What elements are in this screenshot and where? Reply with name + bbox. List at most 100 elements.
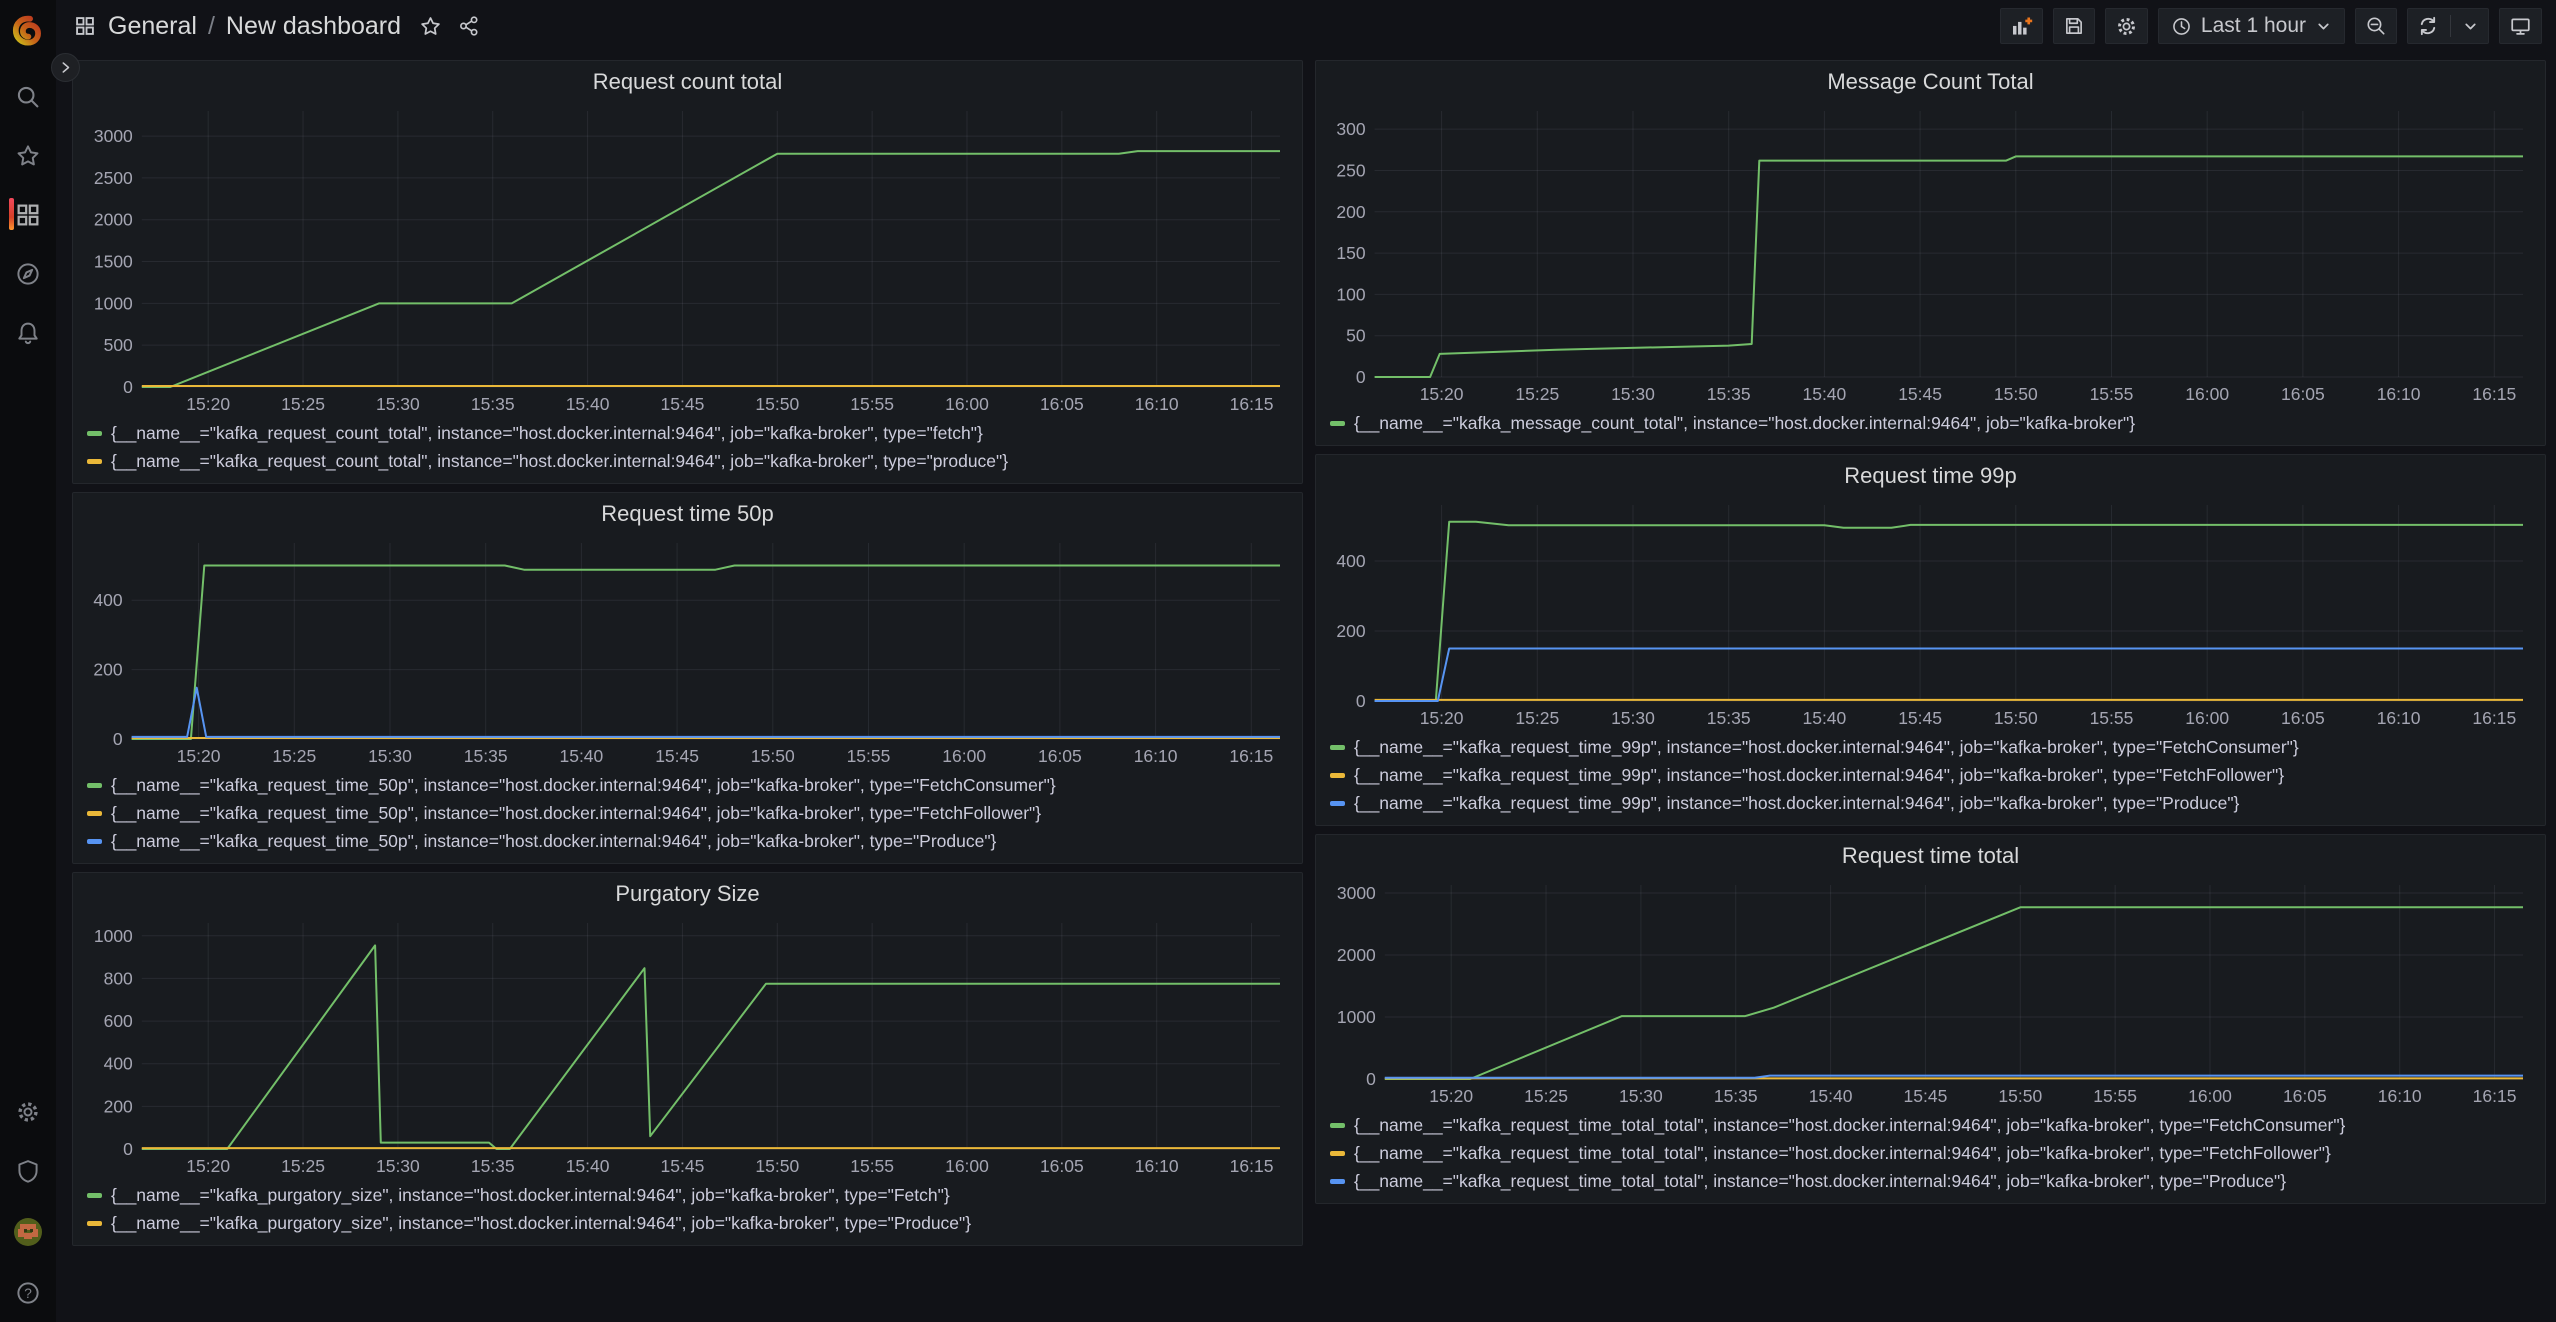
sidebar-item-dashboards[interactable]: [0, 202, 56, 228]
grafana-logo[interactable]: [0, 14, 56, 48]
x-tick-label: 15:40: [566, 394, 610, 414]
x-tick-label: 15:50: [755, 1156, 799, 1176]
legend-item[interactable]: {__name__="kafka_request_time_99p", inst…: [1330, 733, 2535, 761]
panel-title[interactable]: Request time 99p: [1326, 459, 2535, 493]
time-series-chart[interactable]: 15:2015:2515:3015:3515:4015:4515:5015:55…: [1326, 99, 2535, 407]
svg-text:?: ?: [24, 1286, 32, 1301]
breadcrumb-dashboard-name[interactable]: New dashboard: [226, 12, 401, 41]
time-series-chart[interactable]: 15:2015:2515:3015:3515:4015:4515:5015:55…: [83, 911, 1292, 1179]
sidebar-item-starred[interactable]: [0, 143, 56, 169]
panel-legend: {__name__="kafka_request_time_99p", inst…: [1326, 731, 2535, 817]
main-area: General / New dashboard: [56, 0, 2556, 1322]
time-series-plot[interactable]: 15:2015:2515:3015:3515:4015:4515:5015:55…: [1326, 873, 2535, 1109]
legend-series-swatch: [87, 431, 102, 436]
time-series-chart[interactable]: 15:2015:2515:3015:3515:4015:4515:5015:55…: [83, 99, 1292, 417]
panel-title[interactable]: Request time total: [1326, 839, 2535, 873]
x-tick-label: 16:00: [945, 394, 989, 414]
legend-item[interactable]: {__name__="kafka_request_time_99p", inst…: [1330, 789, 2535, 817]
sidebar-item-alerting[interactable]: [0, 320, 56, 346]
breadcrumb-folder[interactable]: General: [108, 12, 197, 41]
shield-icon: [15, 1158, 41, 1184]
sidebar-item-server-admin[interactable]: [0, 1158, 56, 1184]
legend-series-label: {__name__="kafka_request_time_50p", inst…: [111, 803, 1041, 824]
legend-item[interactable]: {__name__="kafka_message_count_total", i…: [1330, 409, 2535, 437]
x-tick-label: 16:15: [1230, 394, 1274, 414]
x-tick-label: 15:25: [1515, 708, 1559, 728]
x-tick-label: 15:55: [850, 1156, 894, 1176]
y-tick-label: 200: [1336, 621, 1365, 641]
sidebar-item-settings[interactable]: [0, 1099, 56, 1125]
sidebar-item-search[interactable]: [0, 84, 56, 110]
legend-item[interactable]: {__name__="kafka_purgatory_size", instan…: [87, 1181, 1292, 1209]
x-tick-label: 15:20: [186, 1156, 230, 1176]
legend-item[interactable]: {__name__="kafka_request_count_total", i…: [87, 447, 1292, 475]
time-series-plot[interactable]: 15:2015:2515:3015:3515:4015:4515:5015:55…: [83, 531, 1292, 769]
refresh-button-group[interactable]: [2407, 8, 2489, 44]
share-dashboard-button[interactable]: [458, 15, 480, 37]
legend-series-label: {__name__="kafka_request_time_50p", inst…: [111, 775, 1056, 796]
x-tick-label: 16:00: [2185, 384, 2229, 404]
y-tick-label: 3000: [1337, 883, 1376, 903]
legend-item[interactable]: {__name__="kafka_request_time_99p", inst…: [1330, 761, 2535, 789]
legend-item[interactable]: {__name__="kafka_request_time_total_tota…: [1330, 1167, 2535, 1195]
monitor-icon: [2509, 15, 2532, 38]
legend-item[interactable]: {__name__="kafka_request_time_50p", inst…: [87, 799, 1292, 827]
sidebar-item-help[interactable]: ?: [0, 1280, 56, 1306]
sidebar-collapse-button[interactable]: [51, 53, 80, 82]
sidebar-item-profile[interactable]: [0, 1217, 56, 1247]
y-tick-label: 100: [1336, 284, 1365, 304]
panel-title[interactable]: Request time 50p: [83, 497, 1292, 531]
x-tick-label: 15:45: [1898, 384, 1942, 404]
time-range-picker[interactable]: Last 1 hour: [2158, 8, 2345, 44]
y-tick-label: 0: [1356, 367, 1366, 387]
time-series-chart[interactable]: 15:2015:2515:3015:3515:4015:4515:5015:55…: [1326, 493, 2535, 731]
panel-request-time-99p: Request time 99p15:2015:2515:3015:3515:4…: [1315, 454, 2546, 826]
y-tick-label: 3000: [94, 126, 133, 146]
time-range-label: Last 1 hour: [2201, 14, 2306, 38]
legend-series-label: {__name__="kafka_message_count_total", i…: [1354, 413, 2135, 434]
panel-legend: {__name__="kafka_request_count_total", i…: [83, 417, 1292, 475]
time-series-chart[interactable]: 15:2015:2515:3015:3515:4015:4515:5015:55…: [83, 531, 1292, 769]
y-tick-label: 200: [93, 660, 122, 680]
panel-title[interactable]: Message Count Total: [1326, 65, 2535, 99]
zoom-out-button[interactable]: [2355, 8, 2397, 44]
legend-item[interactable]: {__name__="kafka_request_count_total", i…: [87, 419, 1292, 447]
kiosk-mode-button[interactable]: [2499, 8, 2542, 44]
x-tick-label: 16:10: [2378, 1086, 2422, 1106]
time-series-plot[interactable]: 15:2015:2515:3015:3515:4015:4515:5015:55…: [83, 911, 1292, 1179]
legend-item[interactable]: {__name__="kafka_purgatory_size", instan…: [87, 1209, 1292, 1237]
time-series-plot[interactable]: 15:2015:2515:3015:3515:4015:4515:5015:55…: [1326, 493, 2535, 731]
sidebar-item-explore[interactable]: [0, 261, 56, 287]
panel-title[interactable]: Request count total: [83, 65, 1292, 99]
time-series-plot[interactable]: 15:2015:2515:3015:3515:4015:4515:5015:55…: [83, 99, 1292, 417]
star-dashboard-button[interactable]: [419, 15, 442, 38]
x-tick-label: 15:25: [272, 746, 316, 766]
save-dashboard-button[interactable]: [2053, 8, 2095, 44]
dashboard-breadcrumb-icon: [74, 15, 96, 37]
legend-series-swatch: [1330, 1179, 1345, 1184]
dashboard-topbar: General / New dashboard: [56, 0, 2556, 52]
legend-item[interactable]: {__name__="kafka_request_time_total_tota…: [1330, 1111, 2535, 1139]
time-series-chart[interactable]: 15:2015:2515:3015:3515:4015:4515:5015:55…: [1326, 873, 2535, 1109]
add-panel-button[interactable]: [2000, 8, 2043, 44]
legend-series-swatch: [1330, 745, 1345, 750]
legend-item[interactable]: {__name__="kafka_request_time_50p", inst…: [87, 771, 1292, 799]
x-tick-label: 15:45: [661, 1156, 705, 1176]
y-tick-label: 1000: [94, 926, 133, 946]
dashboard-grid: Request count total15:2015:2515:3015:351…: [56, 52, 2556, 1322]
dashboard-settings-button[interactable]: [2105, 8, 2148, 44]
bell-icon: [15, 320, 41, 346]
panel-legend: {__name__="kafka_request_time_50p", inst…: [83, 769, 1292, 855]
panel-title[interactable]: Purgatory Size: [83, 877, 1292, 911]
grafana-app: ? General / New dashboard: [0, 0, 2556, 1322]
panel-request-count-total: Request count total15:2015:2515:3015:351…: [72, 60, 1303, 484]
legend-item[interactable]: {__name__="kafka_request_time_total_tota…: [1330, 1139, 2535, 1167]
time-series-plot[interactable]: 15:2015:2515:3015:3515:4015:4515:5015:55…: [1326, 99, 2535, 407]
legend-series-swatch: [1330, 773, 1345, 778]
star-icon: [15, 143, 41, 169]
series-line-0: [1385, 907, 2523, 1079]
legend-item[interactable]: {__name__="kafka_request_time_50p", inst…: [87, 827, 1292, 855]
legend-series-swatch: [87, 839, 102, 844]
legend-series-label: {__name__="kafka_request_time_total_tota…: [1354, 1171, 2286, 1192]
clock-icon: [2171, 16, 2192, 37]
